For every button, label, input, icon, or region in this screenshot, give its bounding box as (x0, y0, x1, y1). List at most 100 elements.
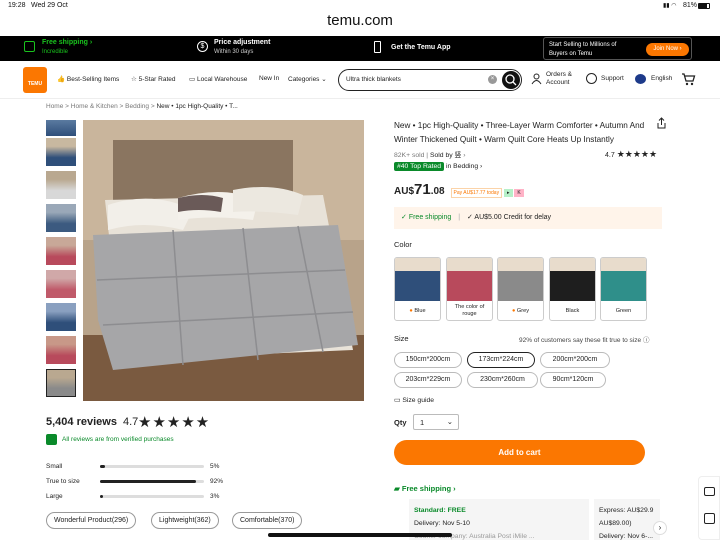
search-input[interactable]: Ultra thick blankets × (338, 69, 522, 91)
color-option-black[interactable]: Black (549, 257, 596, 321)
home-indicator (268, 533, 452, 537)
klarna-icon: K (514, 189, 524, 197)
pay-today-note: Pay AU$17.77 today (450, 188, 503, 198)
fit-large-pct: 3% (210, 493, 220, 500)
signal-icon: ▮▮ ◠ (663, 3, 677, 9)
promo-price-adjustment[interactable]: $ Price adjustment Within 30 days (197, 39, 270, 55)
sold-count: 82K+ sold (394, 152, 425, 159)
phone-icon (374, 41, 381, 53)
shipping-section-header[interactable]: ▰ Free shipping › (394, 484, 456, 493)
side-toolbar (698, 476, 720, 540)
promo-app[interactable]: Get the Temu App (374, 41, 451, 53)
review-rating: 4.7 (123, 416, 139, 428)
add-to-cart-button[interactable]: Add to cart (394, 440, 645, 465)
nav-categories[interactable]: Categories ⌄ (288, 75, 327, 83)
seller-banner[interactable]: Start Selling to Millions of Buyers on T… (543, 37, 692, 60)
breadcrumb: Home > Home & Kitchen > Bedding > New • … (46, 103, 238, 110)
feedback-icon[interactable] (704, 513, 715, 524)
thumbnail-8[interactable] (46, 336, 76, 364)
share-icon[interactable] (656, 117, 667, 129)
thumbnail-4[interactable] (46, 204, 76, 232)
color-option-blue[interactable]: ● Blue (394, 257, 441, 321)
search-icon (505, 74, 517, 86)
comforter-photo (83, 120, 364, 401)
color-option-rouge[interactable]: The color of rouge (446, 257, 493, 321)
color-option-grey[interactable]: ● Grey (497, 257, 544, 321)
rating-stars-icon: ★★★★★ (138, 414, 211, 431)
size-guide-link[interactable]: ▭ Size guide (394, 396, 434, 404)
fit-true-pct: 92% (210, 478, 224, 485)
size-option-173x224-selected[interactable]: 173cm*224cm (467, 352, 535, 368)
user-icon (531, 73, 542, 85)
join-now-button[interactable]: Join Now › (646, 43, 689, 56)
seller-name[interactable]: 竖 (455, 152, 462, 159)
fit-small-pct: 5% (210, 463, 220, 470)
ruler-icon: ▭ (394, 397, 401, 404)
orders-account[interactable]: Orders & Account (531, 71, 572, 87)
fit-small-label: Small (46, 463, 63, 470)
promo-free-shipping[interactable]: Free shipping › Incredible (24, 39, 92, 55)
color-option-green[interactable]: Green (600, 257, 647, 321)
shipping-banner: ✓ Free shipping | ✓ AU$5.00 Credit for d… (394, 207, 662, 229)
size-option-150x200[interactable]: 150cm*200cm (394, 352, 462, 368)
crumb-current: New • 1pc High-Quality • T... (156, 103, 238, 110)
nav-new-in[interactable]: New In (259, 75, 279, 82)
truck-icon (24, 41, 35, 52)
nav-best-selling[interactable]: 👍 Best-Selling Items (57, 75, 119, 83)
qty-select[interactable]: 1 ⌄ (413, 414, 459, 430)
flag-icon (635, 74, 646, 84)
size-option-230x260[interactable]: 230cm*260cm (467, 372, 538, 388)
rating-stars-icon: ★★★★★ (616, 149, 658, 159)
express-shipping-card[interactable]: Express: AU$29.9 AU$89.00) Delivery: Nov… (594, 499, 660, 540)
chevron-down-icon: ⌄ (321, 76, 327, 83)
fit-large-bar (100, 495, 204, 498)
thumbnail-3[interactable] (46, 171, 76, 199)
nav-five-star[interactable]: ☆ 5-Star Rated (131, 75, 176, 83)
status-time: 19:28 (8, 2, 26, 9)
search-value: Ultra thick blankets (346, 76, 401, 83)
cart-icon[interactable] (681, 72, 696, 86)
language-selector[interactable]: English (635, 73, 672, 84)
thumbnail-1[interactable] (46, 120, 76, 136)
product-main-image[interactable] (83, 120, 364, 401)
promo-bar: Free shipping › Incredible $ Price adjus… (0, 36, 720, 61)
thumbnail-2[interactable] (46, 138, 76, 166)
size-option-90x120[interactable]: 90cm*120cm (540, 372, 606, 388)
thumbnail-9-selected[interactable] (46, 369, 76, 397)
crumb-home[interactable]: Home (46, 103, 63, 110)
size-option-203x229[interactable]: 203cm*229cm (394, 372, 462, 388)
chat-icon[interactable] (704, 487, 715, 496)
nav-local-warehouse[interactable]: ▭ Local Warehouse (189, 75, 247, 83)
status-date: Wed 29 Oct (31, 2, 68, 9)
thumbnail-6[interactable] (46, 270, 76, 298)
thumbnail-5[interactable] (46, 237, 76, 265)
review-tag-comfortable[interactable]: Comfortable(370) (232, 512, 303, 529)
chevron-down-icon: ⌄ (446, 417, 453, 426)
truck-icon: ▭ (189, 76, 196, 83)
support-link[interactable]: Support (586, 73, 624, 84)
star-badge-icon: ☆ (131, 76, 137, 83)
site-header: TEMU 👍 Best-Selling Items ☆ 5-Star Rated… (0, 61, 720, 99)
info-icon: ⓘ (642, 337, 650, 344)
headset-icon (586, 73, 597, 84)
top-rated-badge[interactable]: #40 Top Rated in Bedding › (394, 162, 482, 171)
review-count[interactable]: 5,404 reviews (46, 416, 117, 428)
crumb-home-kitchen[interactable]: Home & Kitchen (71, 103, 118, 110)
address-bar[interactable]: temu.com (0, 12, 720, 34)
fit-note: 92% of customers say these fit true to s… (519, 337, 650, 344)
sold-info: 82K+ sold | Sold by 竖 › (394, 152, 466, 159)
size-option-200x200[interactable]: 200cm*200cm (540, 352, 610, 368)
chevron-right-icon[interactable]: › (653, 521, 667, 535)
search-button[interactable] (502, 71, 520, 89)
url-text: temu.com (327, 12, 393, 29)
product-rating[interactable]: 4.7 ★★★★★ (605, 149, 657, 160)
fit-true-label: True to size (46, 478, 80, 485)
clear-icon[interactable]: × (488, 75, 497, 84)
crumb-bedding[interactable]: Bedding (125, 103, 149, 110)
thumbnail-7[interactable] (46, 303, 76, 331)
thumbs-up-icon: 👍 (57, 76, 66, 83)
afterpay-icon: ▸ (503, 189, 513, 197)
review-tag-lightweight[interactable]: Lightweight(362) (151, 512, 219, 529)
review-tag-wonderful[interactable]: Wonderful Product(296) (46, 512, 137, 529)
temu-logo[interactable]: TEMU (23, 67, 47, 93)
